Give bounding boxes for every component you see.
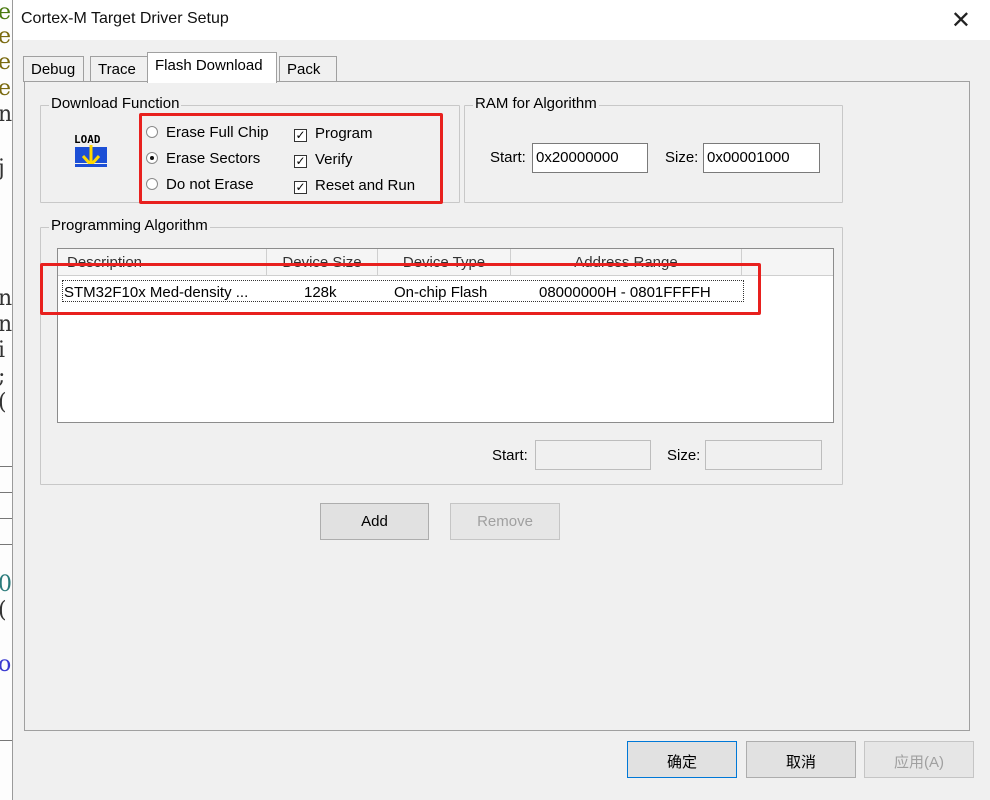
load-icon: LOAD (73, 130, 113, 170)
row-device-size: 128k (304, 284, 337, 301)
list-header: Description Device Size Device Type Addr… (58, 249, 833, 276)
algorithm-list[interactable]: Description Device Size Device Type Addr… (57, 248, 834, 423)
bg-glyph: n (0, 286, 12, 311)
ram-size-input[interactable]: 0x00001000 (703, 143, 820, 173)
add-button[interactable]: Add (320, 503, 429, 540)
radio-indicator-selected[interactable] (146, 152, 158, 164)
checkbox-indicator[interactable]: ✓ (294, 155, 307, 168)
checkbox-reset-and-run[interactable]: ✓ Reset and Run (294, 177, 415, 194)
ok-button[interactable]: 确定 (627, 741, 737, 778)
title-bar: Cortex-M Target Driver Setup ✕ (13, 0, 990, 40)
bg-glyph: 0 (0, 572, 12, 597)
radio-indicator[interactable] (146, 178, 158, 190)
tab-pack[interactable]: Pack (279, 56, 337, 82)
tab-flash-download[interactable]: Flash Download (147, 52, 277, 83)
bg-glyph: n (0, 312, 12, 337)
column-description[interactable]: Description (58, 249, 267, 276)
tab-debug[interactable]: Debug (23, 56, 84, 82)
radio-label: Erase Full Chip (166, 124, 269, 141)
algo-size-input[interactable] (705, 440, 822, 470)
row-description: STM32F10x Med-density ... (64, 284, 249, 301)
checkbox-indicator[interactable]: ✓ (294, 129, 307, 142)
tab-trace[interactable]: Trace (90, 56, 148, 82)
bg-glyph: e (0, 50, 12, 75)
checkbox-verify[interactable]: ✓ Verify (294, 151, 353, 168)
radio-erase-sectors[interactable]: Erase Sectors (146, 150, 260, 167)
bg-glyph: n (0, 102, 12, 127)
close-icon[interactable]: ✕ (951, 6, 971, 35)
checkbox-program[interactable]: ✓ Program (294, 125, 373, 142)
bg-divider (0, 544, 12, 545)
algo-start-input[interactable] (535, 440, 651, 470)
table-row[interactable]: STM32F10x Med-density ... 128k On-chip F… (62, 280, 744, 302)
ram-for-algorithm-legend: RAM for Algorithm (473, 95, 599, 112)
cancel-button[interactable]: 取消 (746, 741, 856, 778)
algo-start-label: Start: (492, 447, 528, 464)
checkbox-indicator[interactable]: ✓ (294, 181, 307, 194)
bg-glyph: e (0, 0, 12, 25)
checkbox-label: Reset and Run (315, 177, 416, 194)
bg-divider (0, 492, 12, 493)
algo-size-label: Size: (667, 447, 701, 464)
checkbox-label: Program (315, 125, 373, 142)
bg-glyph: j (0, 156, 5, 181)
ram-start-label: Start: (490, 149, 526, 166)
row-address-range: 08000000H - 0801FFFFH (539, 284, 711, 301)
bg-glyph: e (0, 76, 12, 101)
column-device-size[interactable]: Device Size (267, 249, 378, 276)
bg-glyph: o (0, 652, 12, 677)
bg-glyph: ( (0, 598, 7, 624)
ram-start-input[interactable]: 0x20000000 (532, 143, 648, 173)
window-title: Cortex-M Target Driver Setup (21, 10, 229, 27)
download-function-legend: Download Function (49, 95, 182, 112)
column-device-type[interactable]: Device Type (378, 249, 511, 276)
radio-label: Erase Sectors (166, 150, 261, 167)
column-address-range[interactable]: Address Range (511, 249, 742, 276)
bg-glyph: ( (0, 390, 7, 416)
bg-divider (0, 466, 12, 467)
radio-erase-full-chip[interactable]: Erase Full Chip (146, 124, 269, 141)
radio-indicator[interactable] (146, 126, 158, 138)
ram-size-label: Size: (665, 149, 699, 166)
radio-do-not-erase[interactable]: Do not Erase (146, 176, 254, 193)
target-driver-setup-dialog: Cortex-M Target Driver Setup ✕ Debug Tra… (12, 0, 990, 800)
apply-button[interactable]: 应用(A) (864, 741, 974, 778)
bg-divider (0, 518, 12, 519)
bg-divider (0, 740, 12, 741)
load-icon-text: LOAD (74, 133, 101, 146)
bg-glyph: i (0, 338, 6, 363)
remove-button[interactable]: Remove (450, 503, 560, 540)
radio-label: Do not Erase (166, 176, 254, 193)
programming-algorithm-legend: Programming Algorithm (49, 217, 210, 234)
bg-glyph: ; (0, 364, 5, 390)
bg-glyph: e (0, 24, 12, 49)
background-editor-strip: e e e e n j n n i ; ( 0 ( o (0, 0, 12, 800)
row-device-type: On-chip Flash (394, 284, 488, 301)
checkbox-label: Verify (315, 151, 353, 168)
